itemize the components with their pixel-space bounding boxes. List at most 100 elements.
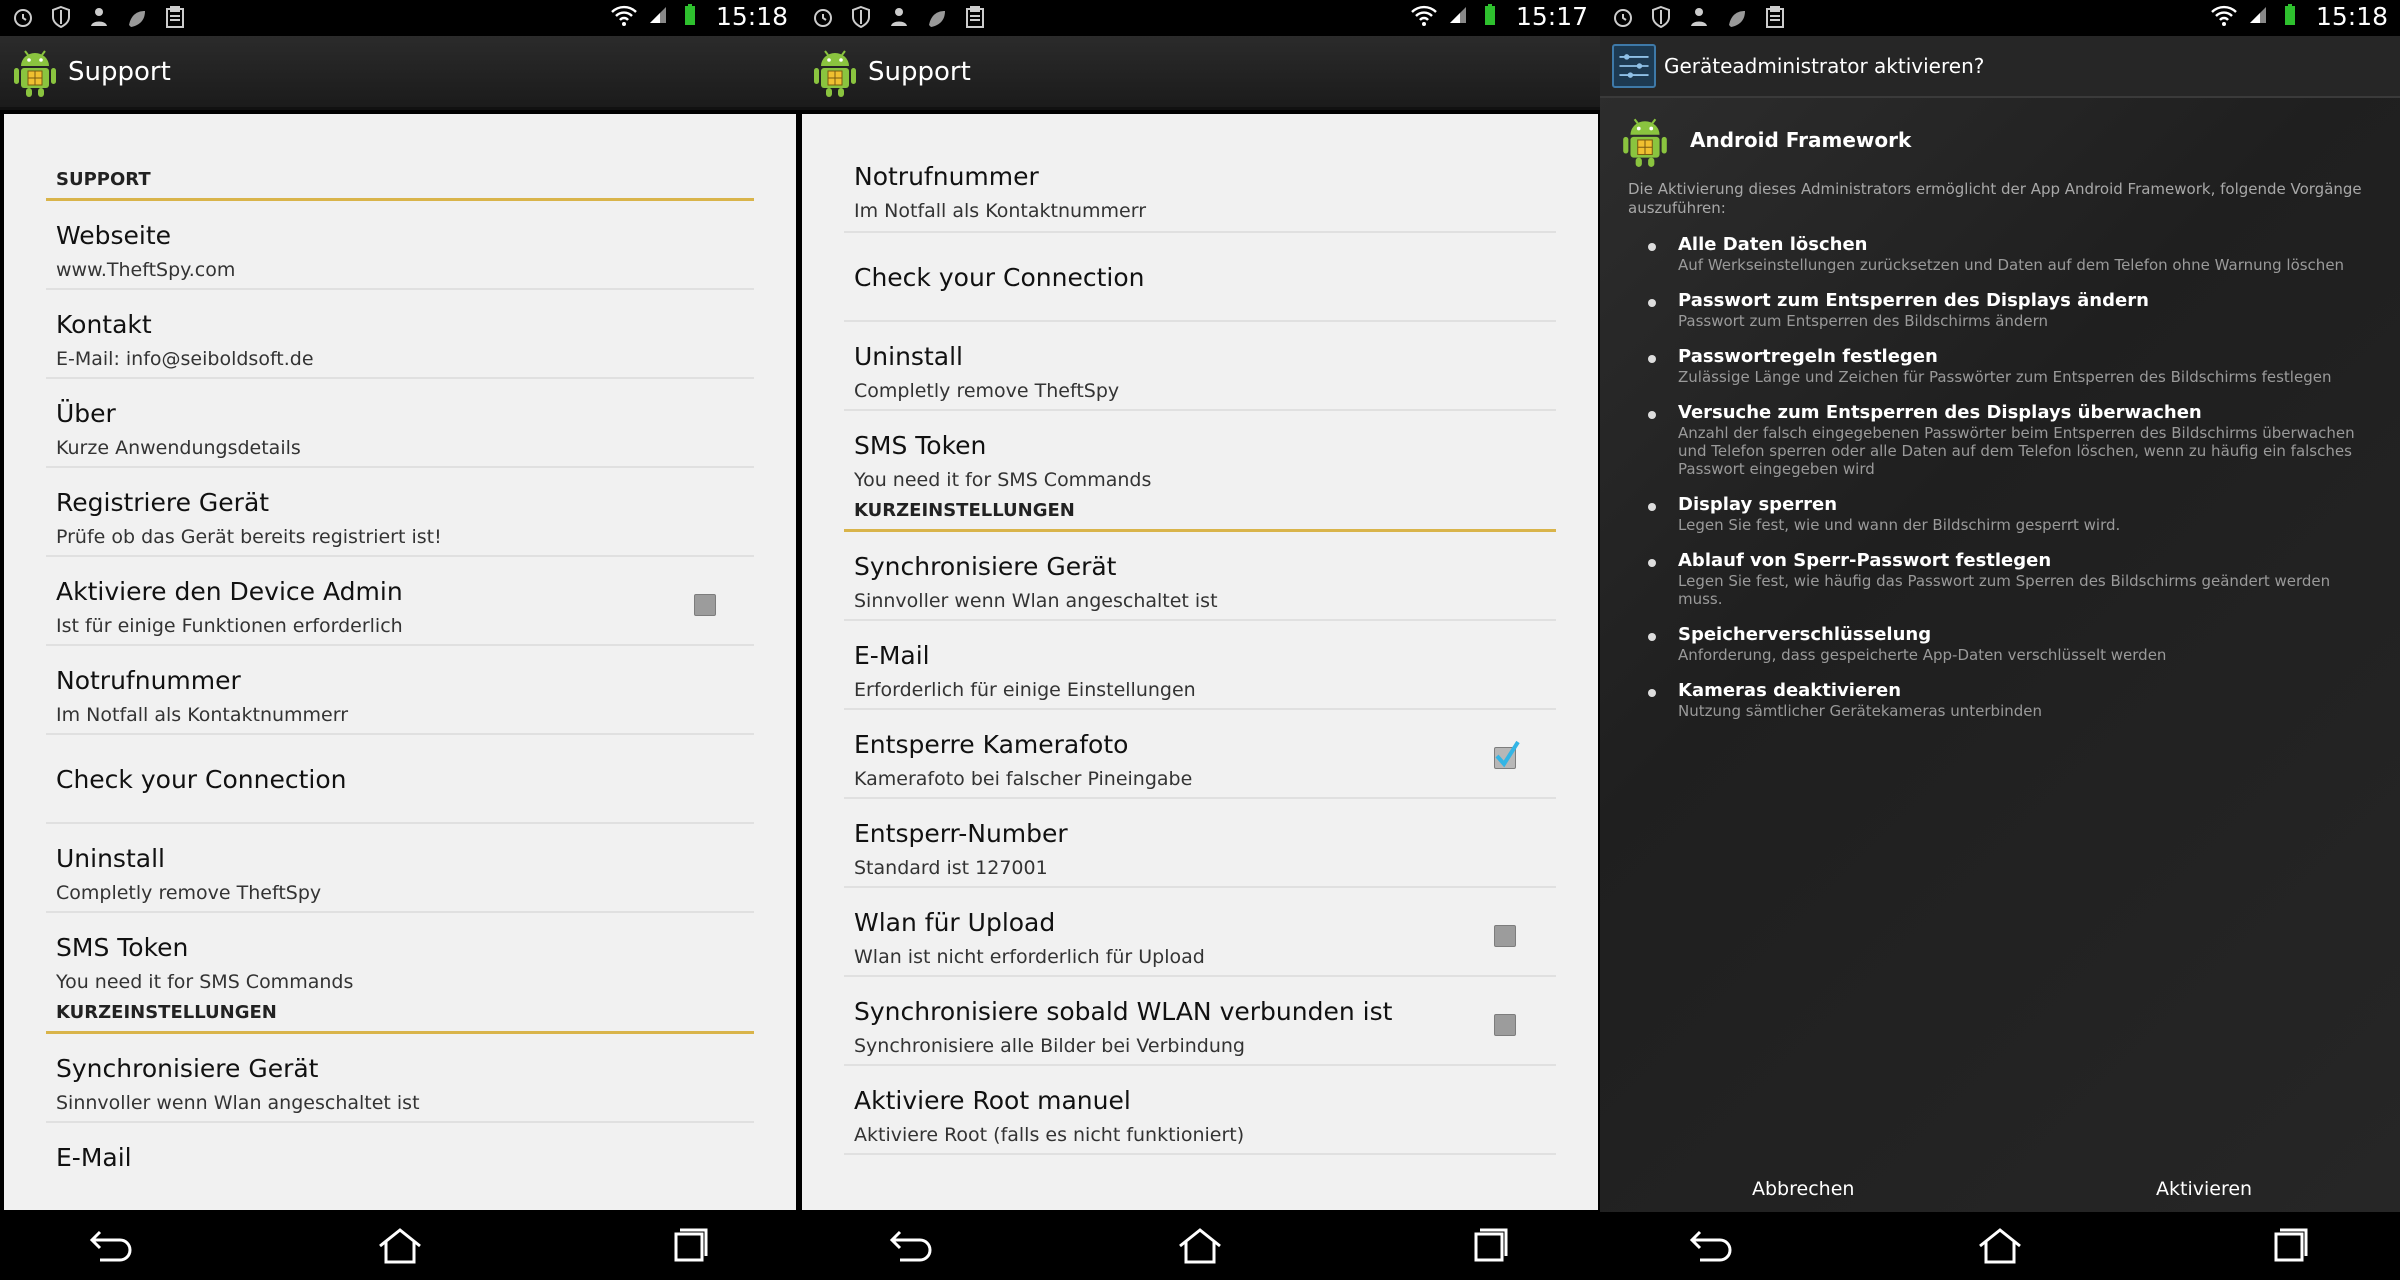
back-icon[interactable] bbox=[880, 1224, 940, 1268]
pref-entsperr-number[interactable]: Entsperr-Number Standard ist 127001 bbox=[844, 799, 1556, 888]
pref-title: Aktiviere Root manuel bbox=[854, 1086, 1131, 1115]
pref-registriere-geraet[interactable]: Registriere Gerät Prüfe ob das Gerät bere… bbox=[46, 468, 754, 557]
pref-sync-wlan[interactable]: Synchronisiere sobald WLAN verbunden ist… bbox=[844, 977, 1556, 1066]
home-icon[interactable] bbox=[370, 1224, 430, 1268]
kamerafoto-checkbox[interactable] bbox=[1494, 740, 1520, 769]
app-logo-icon[interactable] bbox=[12, 46, 58, 98]
pref-sms-token[interactable]: SMS Token You need it for SMS Commands bbox=[844, 411, 1556, 491]
pref-title: Notrufnummer bbox=[56, 666, 241, 695]
pref-title: Uninstall bbox=[854, 342, 963, 371]
pref-entsperre-kamerafoto[interactable]: Entsperre Kamerafoto Kamerafoto bei falsc… bbox=[844, 710, 1556, 799]
leaf-icon bbox=[1724, 4, 1750, 30]
pref-title: Entsperre Kamerafoto bbox=[854, 730, 1129, 759]
status-bar: 15:18 bbox=[1600, 0, 2400, 36]
checkmark-icon bbox=[1495, 740, 1520, 768]
pref-summary: Completly remove TheftSpy bbox=[854, 380, 1120, 402]
action-bar: Support bbox=[0, 36, 800, 110]
pref-sms-token[interactable]: SMS Token You need it for SMS Commands bbox=[46, 913, 754, 993]
cancel-button[interactable]: Abbrechen bbox=[1752, 1178, 1854, 1200]
pref-title: Uninstall bbox=[56, 844, 165, 873]
permission-title: Speicherverschlüsselung bbox=[1678, 624, 1932, 645]
pref-title: SMS Token bbox=[56, 933, 189, 962]
pref-uninstall[interactable]: Uninstall Completly remove TheftSpy bbox=[844, 322, 1556, 411]
person-icon bbox=[886, 4, 912, 30]
permission-desc: Nutzung sämtlicher Gerätekameras unterbi… bbox=[1678, 702, 2042, 720]
pref-summary: Ist für einige Funktionen erforderlich bbox=[56, 615, 403, 637]
pref-title: Synchronisiere sobald WLAN verbunden ist bbox=[854, 997, 1393, 1026]
pref-webseite[interactable]: Webseite www.TheftSpy.com bbox=[46, 201, 754, 290]
recent-apps-icon[interactable] bbox=[1460, 1224, 1520, 1268]
pref-title: Check your Connection bbox=[56, 765, 347, 794]
pref-check-connection[interactable]: Check your Connection bbox=[46, 735, 754, 824]
navigation-bar bbox=[1600, 1212, 2400, 1280]
pref-device-admin[interactable]: Aktiviere den Device Admin Ist für einige… bbox=[46, 557, 754, 646]
pref-notrufnummer[interactable]: Notrufnummer Im Notfall als Kontaktnummer… bbox=[844, 114, 1556, 233]
signal-icon bbox=[648, 5, 668, 29]
dialog-header: Geräteadministrator aktivieren? bbox=[1600, 36, 2400, 98]
clock: 15:18 bbox=[715, 2, 788, 31]
pref-summary: Kurze Anwendungsdetails bbox=[56, 437, 301, 459]
permission-item: Display sperren Legen Sie fest, wie und w… bbox=[1648, 494, 2368, 534]
pref-synchronisiere-geraet[interactable]: Synchronisiere Gerät Sinnvoller wenn Wlan… bbox=[46, 1034, 754, 1123]
pref-title: Aktiviere den Device Admin bbox=[56, 577, 403, 606]
recent-apps-icon[interactable] bbox=[660, 1224, 720, 1268]
settings-list[interactable]: Notrufnummer Im Notfall als Kontaktnummer… bbox=[802, 114, 1598, 1210]
permission-title: Alle Daten löschen bbox=[1678, 234, 1868, 255]
alarm-icon bbox=[10, 4, 36, 30]
pref-root-manuel[interactable]: Aktiviere Root manuel Aktiviere Root (fal… bbox=[844, 1066, 1556, 1155]
pref-title: Registriere Gerät bbox=[56, 488, 270, 517]
permission-list[interactable]: Alle Daten löschen Auf Werkseinstellungen… bbox=[1648, 234, 2368, 736]
back-icon[interactable] bbox=[1680, 1224, 1740, 1268]
wlan-upload-checkbox[interactable] bbox=[1494, 925, 1516, 947]
person-icon bbox=[86, 4, 112, 30]
pref-title: Webseite bbox=[56, 221, 172, 250]
home-icon[interactable] bbox=[1170, 1224, 1230, 1268]
permission-title: Display sperren bbox=[1678, 494, 1838, 515]
settings-list[interactable]: SUPPORT Webseite www.TheftSpy.com Kontakt… bbox=[4, 114, 796, 1210]
permission-desc: Anforderung, dass gespeicherte App-Daten… bbox=[1678, 646, 2167, 664]
pref-email[interactable]: E-Mail Erforderlich für einige Einstellun… bbox=[844, 621, 1556, 710]
device-admin-checkbox[interactable] bbox=[694, 594, 716, 616]
permission-title: Kameras deaktivieren bbox=[1678, 680, 1902, 701]
recent-apps-icon[interactable] bbox=[2260, 1224, 2320, 1268]
pref-check-connection[interactable]: Check your Connection bbox=[844, 233, 1556, 322]
permission-item: Alle Daten löschen Auf Werkseinstellungen… bbox=[1648, 234, 2368, 274]
permission-item: Ablauf von Sperr-Passwort festlegen Legen… bbox=[1648, 550, 2368, 608]
battery-icon bbox=[684, 4, 696, 30]
page-title: Support bbox=[868, 57, 971, 87]
clipboard-icon bbox=[1762, 4, 1788, 30]
wifi-icon bbox=[1410, 3, 1438, 31]
app-logo-icon[interactable] bbox=[812, 46, 858, 98]
signal-icon bbox=[1448, 5, 1468, 29]
bullet-icon bbox=[1648, 633, 1656, 641]
permission-item: Speicherverschlüsselung Anforderung, dass… bbox=[1648, 624, 2368, 664]
pref-email[interactable]: E-Mail bbox=[46, 1123, 754, 1210]
permission-item: Passwortregeln festlegen Zulässige Länge … bbox=[1648, 346, 2368, 386]
pref-wlan-upload[interactable]: Wlan für Upload Wlan ist nicht erforderli… bbox=[844, 888, 1556, 977]
sync-wlan-checkbox[interactable] bbox=[1494, 1014, 1516, 1036]
bullet-icon bbox=[1648, 559, 1656, 567]
clipboard-icon bbox=[962, 4, 988, 30]
app-name: Android Framework bbox=[1690, 128, 1912, 152]
bullet-icon bbox=[1648, 689, 1656, 697]
pref-title: Kontakt bbox=[56, 310, 152, 339]
bullet-icon bbox=[1648, 355, 1656, 363]
permission-item: Passwort zum Entsperren des Displays änd… bbox=[1648, 290, 2368, 330]
permission-title: Ablauf von Sperr-Passwort festlegen bbox=[1678, 550, 2052, 571]
category-quick: KURZEINSTELLUNGEN bbox=[46, 991, 754, 1034]
pref-summary: Im Notfall als Kontaktnummerr bbox=[854, 200, 1147, 222]
pref-summary: Standard ist 127001 bbox=[854, 857, 1048, 879]
pref-kontakt[interactable]: Kontakt E-Mail: info@seiboldsoft.de bbox=[46, 290, 754, 379]
android-app-icon bbox=[1620, 114, 1670, 168]
activate-button[interactable]: Aktivieren bbox=[2156, 1178, 2252, 1200]
pref-synchronisiere-geraet[interactable]: Synchronisiere Gerät Sinnvoller wenn Wlan… bbox=[844, 532, 1556, 621]
pref-uninstall[interactable]: Uninstall Completly remove TheftSpy bbox=[46, 824, 754, 913]
status-bar: 15:18 bbox=[0, 0, 800, 36]
pref-title: Entsperr-Number bbox=[854, 819, 1068, 848]
home-icon[interactable] bbox=[1970, 1224, 2030, 1268]
person-icon bbox=[1686, 4, 1712, 30]
back-icon[interactable] bbox=[80, 1224, 140, 1268]
shield-icon bbox=[848, 4, 874, 30]
pref-notrufnummer[interactable]: Notrufnummer Im Notfall als Kontaktnummer… bbox=[46, 646, 754, 735]
pref-ueber[interactable]: Über Kurze Anwendungsdetails bbox=[46, 379, 754, 468]
